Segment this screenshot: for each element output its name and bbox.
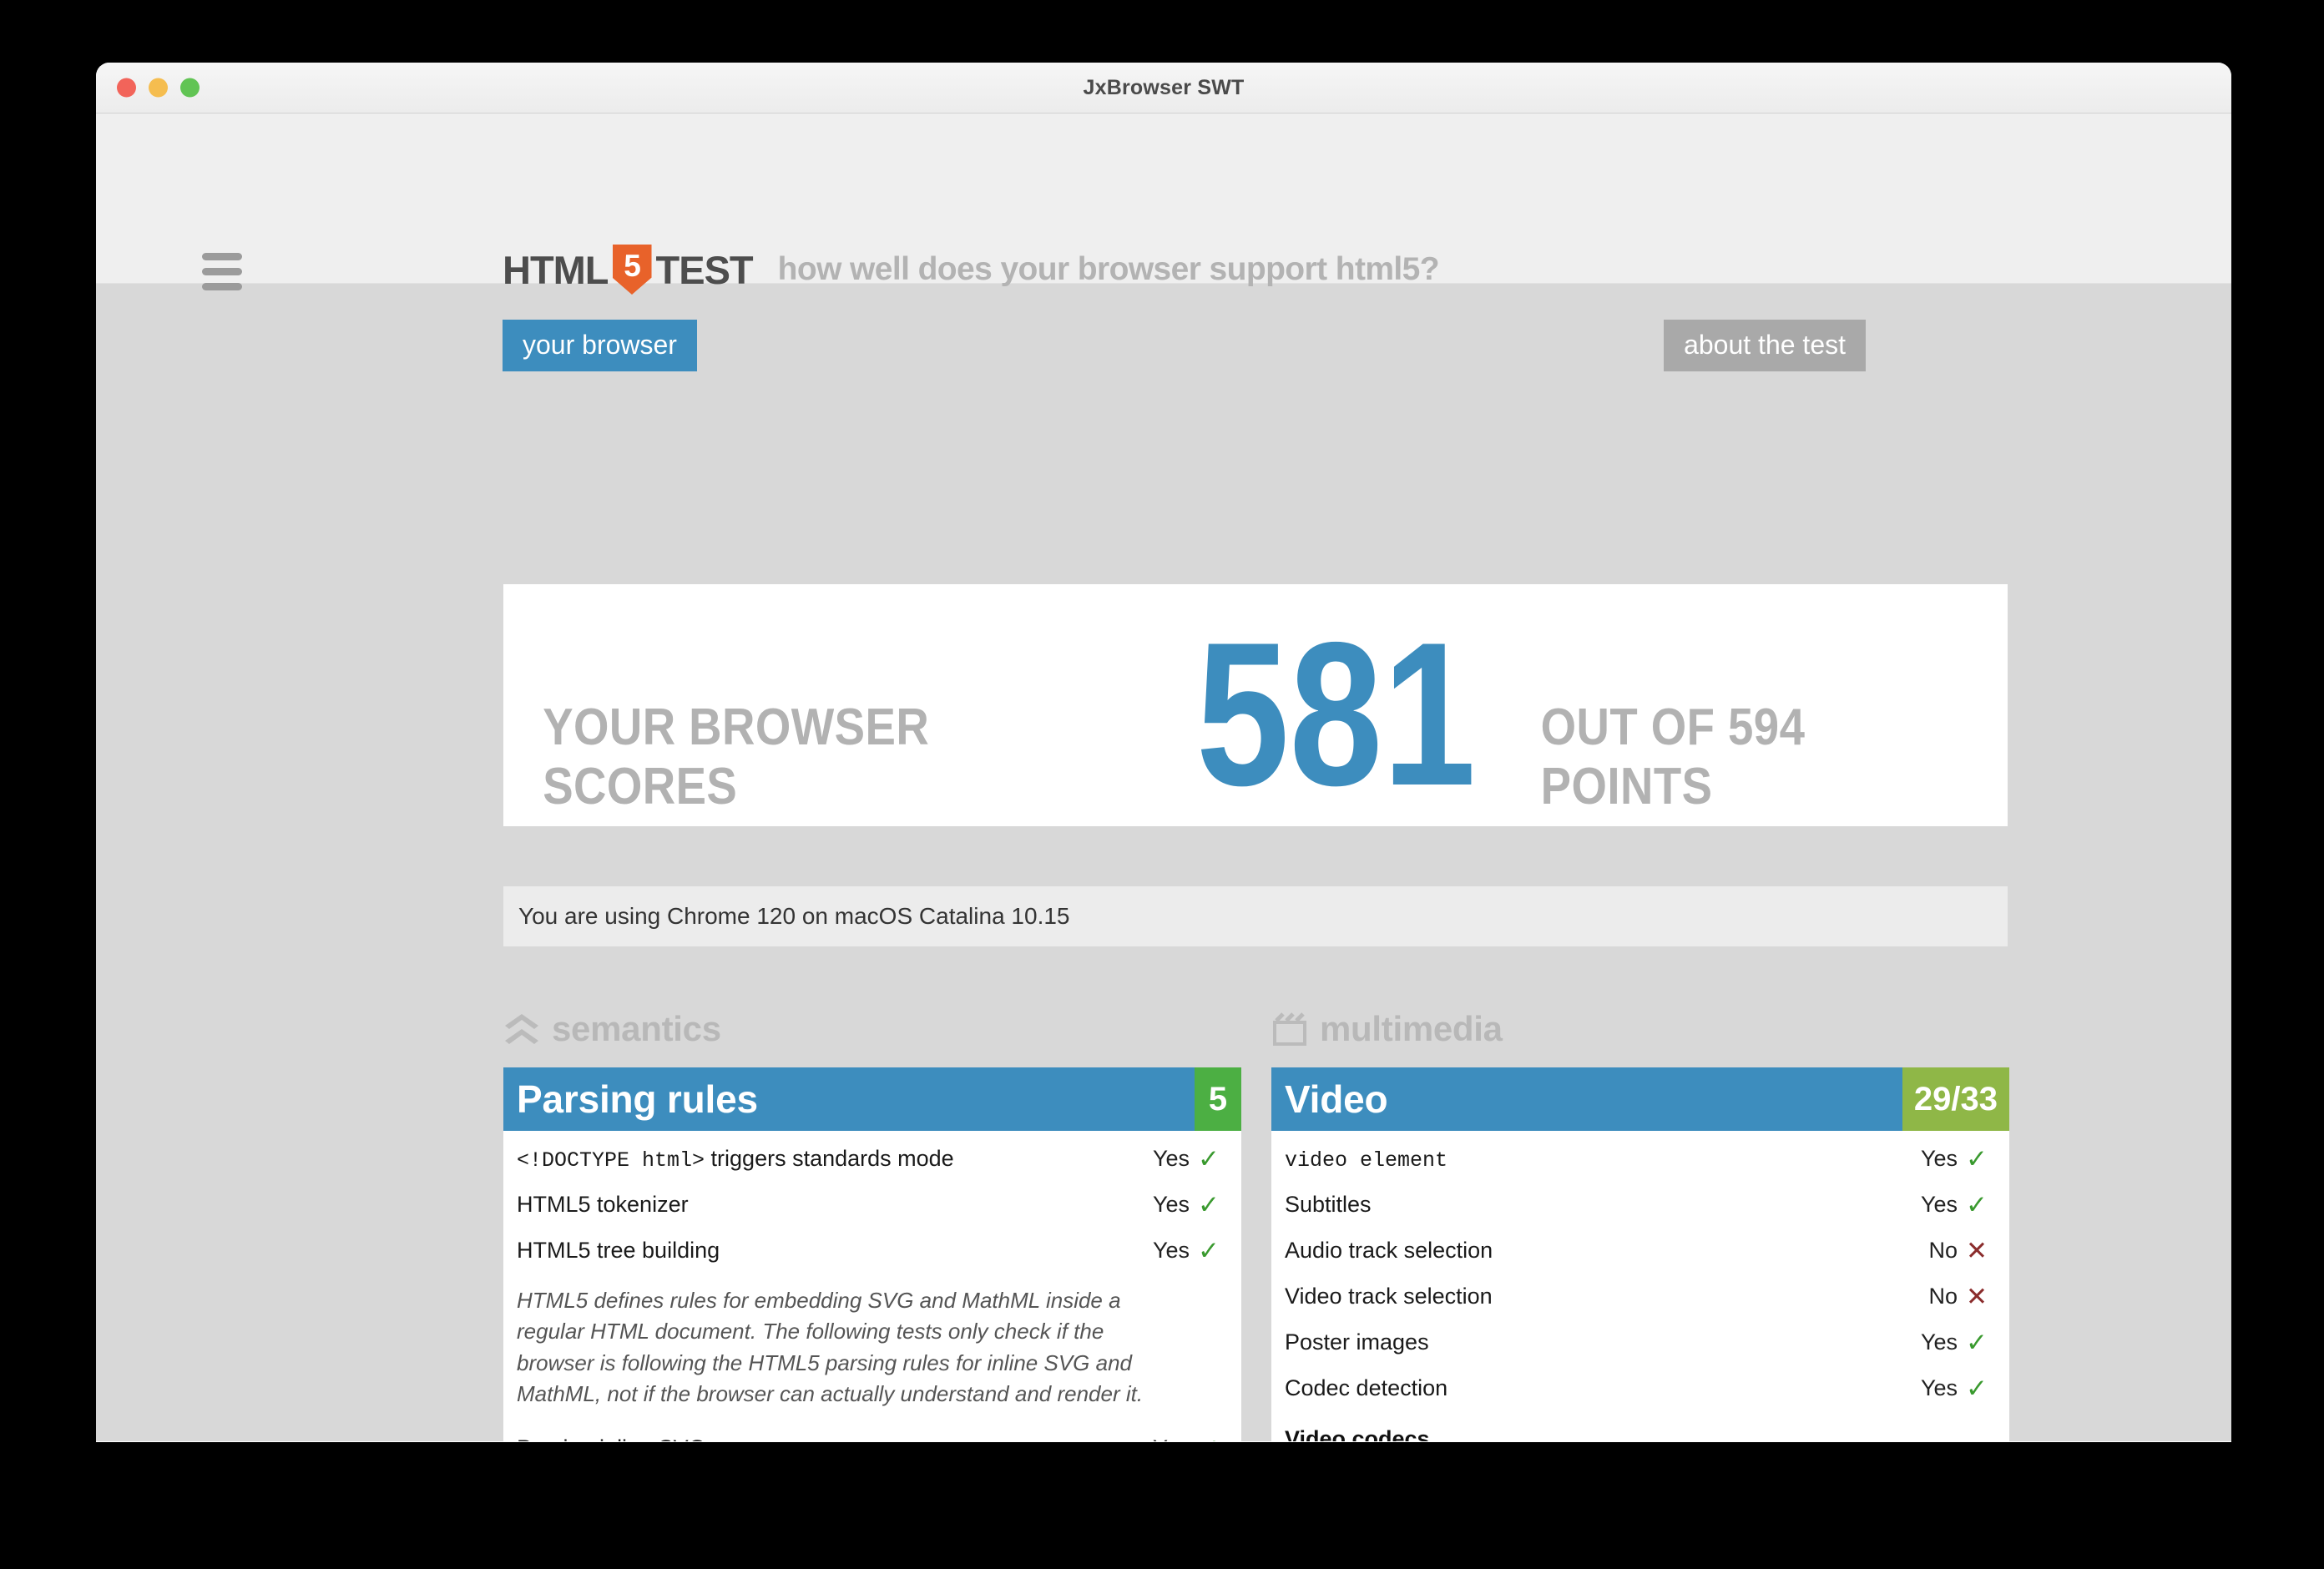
category-header: multimedia	[1271, 1003, 2009, 1055]
maximize-button[interactable]	[180, 78, 200, 98]
tab-your-browser[interactable]: your browser	[503, 320, 697, 371]
feature-verdict: Yes	[1152, 1146, 1190, 1171]
feature-row: Audio track selection No ✕	[1285, 1228, 1996, 1274]
card-header[interactable]: Parsing rules 5	[503, 1067, 1241, 1131]
clapperboard-icon	[1271, 1011, 1308, 1047]
feature-verdict: Yes	[1920, 1375, 1958, 1400]
feature-row: HTML5 tokenizer Yes ✓	[517, 1182, 1228, 1228]
page-viewport: HTML 5 TEST how well does your browser s…	[96, 114, 2231, 1441]
feature-label: Subtitles	[1285, 1192, 1372, 1217]
check-icon: ✓	[1198, 1144, 1220, 1173]
feature-label: Codec detection	[1285, 1375, 1448, 1400]
window-title: JxBrowser SWT	[1083, 75, 1245, 99]
result-card: Parsing rules 5 <!DOCTYPE html> triggers s…	[503, 1067, 1241, 1441]
tagline: how well does your browser support html5…	[777, 251, 1440, 287]
feature-row: Video track selection No ✕	[1285, 1274, 1996, 1319]
logo-badge-text: 5	[624, 249, 641, 283]
card-body: video element Yes ✓ Subtitles Yes ✓ Audio trac…	[1271, 1131, 2009, 1441]
result-card: Video 29/33 video element Yes ✓ Subtitles Yes ✓…	[1271, 1067, 2009, 1441]
feature-label: HTML5 tree building	[517, 1238, 720, 1263]
feature-label: <!DOCTYPE html> triggers standards mode	[517, 1145, 954, 1173]
category-column-semantics: semantics Parsing rules 5 <!DOCTYPE html> t…	[503, 1003, 1241, 1441]
feature-row: Poster images Yes ✓	[1285, 1319, 1996, 1365]
feature-row: Codec detection Yes ✓	[1285, 1365, 1996, 1411]
close-button[interactable]	[117, 78, 136, 98]
hamburger-icon[interactable]	[202, 253, 242, 290]
card-score-badge: 29/33	[1902, 1067, 2009, 1131]
category-name: multimedia	[1320, 1009, 1503, 1048]
logo-right-text: TEST	[655, 247, 754, 292]
cross-icon: ✕	[1966, 1236, 1988, 1265]
card-subheading: Video codecs	[1285, 1426, 1430, 1441]
feature-verdict: Yes	[1920, 1329, 1958, 1355]
tab-about-the-test[interactable]: about the test	[1664, 320, 1866, 371]
double-chevron-icon	[503, 1011, 540, 1047]
check-icon: ✓	[1198, 1236, 1220, 1265]
card-body: <!DOCTYPE html> triggers standards mode Y…	[503, 1131, 1241, 1441]
feature-verdict: Yes	[1152, 1238, 1190, 1263]
score-suffix: OUT OF 594 POINTS	[1541, 699, 1806, 815]
feature-row: Subtitles Yes ✓	[1285, 1182, 1996, 1228]
window-titlebar: JxBrowser SWT	[96, 63, 2231, 114]
feature-label: Video track selection	[1285, 1284, 1493, 1309]
score-value: 581	[1195, 599, 1476, 828]
category-name: semantics	[552, 1009, 721, 1048]
feature-row: HTML5 tree building Yes ✓	[517, 1228, 1228, 1274]
check-icon: ✓	[1966, 1374, 1988, 1403]
card-title: Parsing rules	[517, 1077, 758, 1121]
category-header: semantics	[503, 1003, 1241, 1055]
user-agent-bar: You are using Chrome 120 on macOS Catali…	[503, 886, 2008, 946]
feature-verdict: Yes	[1138, 1435, 1190, 1441]
check-icon: ✓	[1966, 1328, 1988, 1357]
window-controls[interactable]	[117, 78, 200, 98]
check-icon: ✓	[1190, 1435, 1228, 1441]
feature-row: video element Yes ✓	[1285, 1136, 1996, 1182]
feature-label: Parsing inline SVG	[517, 1435, 1138, 1441]
feature-verdict: Yes	[1152, 1192, 1190, 1217]
check-icon: ✓	[1966, 1144, 1988, 1173]
screen: JxBrowser SWT HTML 5 TEST how well does …	[0, 0, 2324, 1569]
feature-verdict: Yes	[1920, 1146, 1958, 1171]
feature-verdict: No	[1928, 1238, 1958, 1263]
score-banner: YOUR BROWSER SCORES 581 OUT OF 594 POINT…	[503, 584, 2008, 826]
card-note: HTML5 defines rules for embedding SVG an…	[517, 1288, 1144, 1407]
card-title: Video	[1285, 1077, 1388, 1121]
category-column-multimedia: multimedia Video 29/33 video element Yes ✓ Sub…	[1271, 1003, 2009, 1441]
check-icon: ✓	[1966, 1190, 1988, 1219]
feature-verdict: Yes	[1920, 1192, 1958, 1217]
feature-label: video element	[1285, 1148, 1448, 1173]
minimize-button[interactable]	[149, 78, 168, 98]
cross-icon: ✕	[1966, 1282, 1988, 1311]
card-score-badge: 5	[1195, 1067, 1241, 1131]
feature-label: HTML5 tokenizer	[517, 1192, 689, 1217]
score-prefix: YOUR BROWSER SCORES	[543, 699, 930, 815]
feature-row: Parsing inline SVGYes✓	[517, 1425, 1228, 1441]
check-icon: ✓	[1198, 1190, 1220, 1219]
browser-window: JxBrowser SWT HTML 5 TEST how well does …	[96, 63, 2231, 1442]
feature-label: Poster images	[1285, 1329, 1429, 1355]
site-header: HTML 5 TEST how well does your browser s…	[96, 114, 2231, 371]
brand-row: HTML 5 TEST how well does your browser s…	[503, 245, 1440, 295]
html5-shield-icon: 5	[612, 245, 652, 295]
logo-left-text: HTML	[503, 247, 609, 292]
feature-label: Audio track selection	[1285, 1238, 1493, 1263]
html5test-logo[interactable]: HTML 5 TEST	[503, 245, 754, 295]
card-header[interactable]: Video 29/33	[1271, 1067, 2009, 1131]
feature-row: <!DOCTYPE html> triggers standards mode Y…	[517, 1136, 1228, 1182]
feature-verdict: No	[1928, 1284, 1958, 1309]
results-columns: semantics Parsing rules 5 <!DOCTYPE html> t…	[503, 1003, 2009, 1441]
